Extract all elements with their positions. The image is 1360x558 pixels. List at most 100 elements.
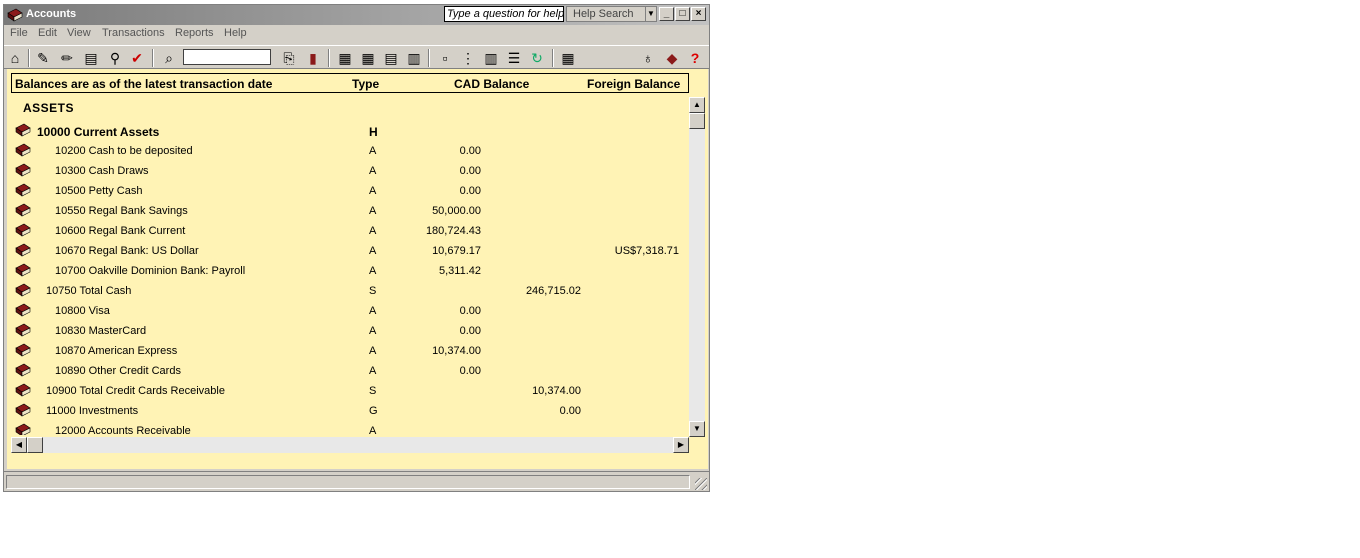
table-row[interactable]: 10300 Cash Draws A 0.00 bbox=[11, 161, 689, 181]
horizontal-scroll-thumb[interactable] bbox=[27, 437, 43, 453]
account-name: 12000 Accounts Receivable bbox=[55, 425, 191, 435]
vertical-scrollbar[interactable]: ▲ ▼ bbox=[689, 97, 705, 437]
cad-balance: 0.00 bbox=[459, 145, 481, 157]
calculator-icon[interactable]: ▦ bbox=[559, 49, 577, 67]
account-name: 10670 Regal Bank: US Dollar bbox=[55, 245, 199, 257]
menu-view[interactable]: View bbox=[67, 27, 91, 39]
grouped-icon[interactable]: ⋮ bbox=[459, 49, 477, 67]
resize-grip-icon[interactable] bbox=[695, 478, 707, 490]
help-search-button[interactable]: Help Search bbox=[566, 6, 646, 22]
close-button[interactable]: × bbox=[691, 7, 706, 21]
help-icon[interactable]: ? bbox=[686, 49, 704, 67]
cad-balance: 180,724.43 bbox=[425, 225, 481, 237]
cad-balance: 0.00 bbox=[459, 325, 481, 337]
menu-reports[interactable]: Reports bbox=[175, 27, 214, 39]
account-book-icon bbox=[15, 203, 31, 217]
menu-help[interactable]: Help bbox=[224, 27, 247, 39]
table-row[interactable]: 10750 Total Cash S 246,715.02 bbox=[11, 281, 689, 301]
table-header: Balances are as of the latest transactio… bbox=[11, 73, 689, 93]
icons-view-icon[interactable]: ▦ bbox=[336, 49, 354, 67]
table-row[interactable]: 10870 American Express A 10,374.00 bbox=[11, 341, 689, 361]
account-type: A bbox=[369, 145, 377, 157]
cad-subtotal: 0.00 bbox=[559, 405, 581, 417]
account-book-icon bbox=[15, 163, 31, 177]
header-cad-balance[interactable]: CAD Balance bbox=[454, 77, 529, 91]
account-type: A bbox=[369, 425, 377, 435]
table-row[interactable]: 10900 Total Credit Cards Receivable S 10,3… bbox=[11, 381, 689, 401]
account-book-icon bbox=[15, 423, 31, 435]
setup-icon[interactable]: ✎ bbox=[34, 49, 52, 67]
find-input[interactable] bbox=[183, 49, 271, 65]
account-type: A bbox=[369, 365, 377, 377]
record-icon[interactable]: ▤ bbox=[82, 49, 100, 67]
level-icon[interactable]: ▫ bbox=[436, 49, 454, 67]
columns-icon[interactable]: ▥ bbox=[482, 49, 500, 67]
table-row[interactable]: 10000 Current Assets H bbox=[11, 121, 689, 141]
tip-icon[interactable]: ♁ bbox=[639, 49, 657, 67]
check-icon[interactable]: ✔ bbox=[128, 49, 146, 67]
table-row[interactable]: 10600 Regal Bank Current A 180,724.43 bbox=[11, 221, 689, 241]
list-view-icon[interactable]: ▤ bbox=[382, 49, 400, 67]
horizontal-scrollbar[interactable]: ◀ ▶ bbox=[11, 437, 689, 453]
help-question-input[interactable]: Type a question for help bbox=[444, 6, 564, 22]
account-type: S bbox=[369, 385, 377, 397]
account-name: 10750 Total Cash bbox=[46, 285, 132, 297]
scroll-down-button[interactable]: ▼ bbox=[689, 421, 705, 437]
table-row[interactable]: 10500 Petty Cash A 0.00 bbox=[11, 181, 689, 201]
refresh-icon[interactable]: ↻ bbox=[528, 49, 546, 67]
cad-balance: 10,679.17 bbox=[432, 245, 481, 257]
scroll-up-button[interactable]: ▲ bbox=[689, 97, 705, 113]
account-type: H bbox=[369, 125, 378, 139]
table-row[interactable]: 10890 Other Credit Cards A 0.00 bbox=[11, 361, 689, 381]
account-name: 10830 MasterCard bbox=[55, 325, 147, 337]
title-bar[interactable]: Accounts Type a question for help Help S… bbox=[4, 5, 709, 25]
find-icon[interactable]: ⌕ bbox=[160, 49, 178, 67]
account-book-icon bbox=[15, 283, 31, 297]
scroll-left-button[interactable]: ◀ bbox=[11, 437, 27, 453]
home-icon[interactable]: ⌂ bbox=[6, 49, 24, 67]
account-type: A bbox=[369, 185, 377, 197]
open-book-icon[interactable]: ⎘ bbox=[280, 49, 298, 67]
toolbar-separator bbox=[428, 49, 430, 67]
list-icon[interactable]: ☰ bbox=[505, 49, 523, 67]
table-row[interactable]: 10700 Oakville Dominion Bank: Payroll A 5,… bbox=[11, 261, 689, 281]
header-account[interactable]: Balances are as of the latest transactio… bbox=[15, 77, 272, 91]
modify-icon[interactable]: ▮ bbox=[304, 49, 322, 67]
toolbar-separator bbox=[152, 49, 154, 67]
tree-view-icon[interactable]: ▥ bbox=[405, 49, 423, 67]
account-book-icon bbox=[15, 403, 31, 417]
account-type: A bbox=[369, 165, 377, 177]
vertical-scroll-thumb[interactable] bbox=[689, 113, 705, 129]
help-dropdown-button[interactable]: ▼ bbox=[645, 6, 657, 22]
help-book-icon[interactable]: ◆ bbox=[663, 49, 681, 67]
header-type[interactable]: Type bbox=[352, 77, 379, 91]
minimize-button[interactable]: _ bbox=[659, 7, 674, 21]
header-foreign-balance[interactable]: Foreign Balance bbox=[587, 77, 680, 91]
link-icon[interactable]: ⚲ bbox=[106, 49, 124, 67]
scroll-right-button[interactable]: ▶ bbox=[673, 437, 689, 453]
account-name: 10000 Current Assets bbox=[37, 125, 160, 139]
table-row[interactable]: 10550 Regal Bank Savings A 50,000.00 bbox=[11, 201, 689, 221]
menu-file[interactable]: File bbox=[10, 27, 28, 39]
menu-transactions[interactable]: Transactions bbox=[102, 27, 165, 39]
account-type: A bbox=[369, 325, 377, 337]
accounts-list-area: Balances are as of the latest transactio… bbox=[7, 69, 708, 469]
account-name: 10500 Petty Cash bbox=[55, 185, 143, 197]
account-book-icon bbox=[15, 143, 31, 157]
cad-balance: 5,311.42 bbox=[438, 265, 481, 277]
maximize-button[interactable]: □ bbox=[675, 7, 690, 21]
status-panel bbox=[6, 475, 690, 489]
account-name: 10200 Cash to be deposited bbox=[55, 145, 193, 157]
table-row[interactable]: 12000 Accounts Receivable A bbox=[11, 421, 689, 435]
small-icons-view-icon[interactable]: ▦ bbox=[359, 49, 377, 67]
menu-edit[interactable]: Edit bbox=[38, 27, 57, 39]
account-type: A bbox=[369, 345, 377, 357]
table-row[interactable]: 10670 Regal Bank: US Dollar A 10,679.17 US$… bbox=[11, 241, 689, 261]
account-type: A bbox=[369, 245, 377, 257]
table-row[interactable]: 10800 Visa A 0.00 bbox=[11, 301, 689, 321]
table-row[interactable]: 11000 Investments G 0.00 bbox=[11, 401, 689, 421]
edit-pencil-icon[interactable]: ✏ bbox=[58, 49, 76, 67]
table-row[interactable]: 10830 MasterCard A 0.00 bbox=[11, 321, 689, 341]
table-row[interactable]: 10200 Cash to be deposited A 0.00 bbox=[11, 141, 689, 161]
accounts-window: Accounts Type a question for help Help S… bbox=[3, 4, 710, 492]
